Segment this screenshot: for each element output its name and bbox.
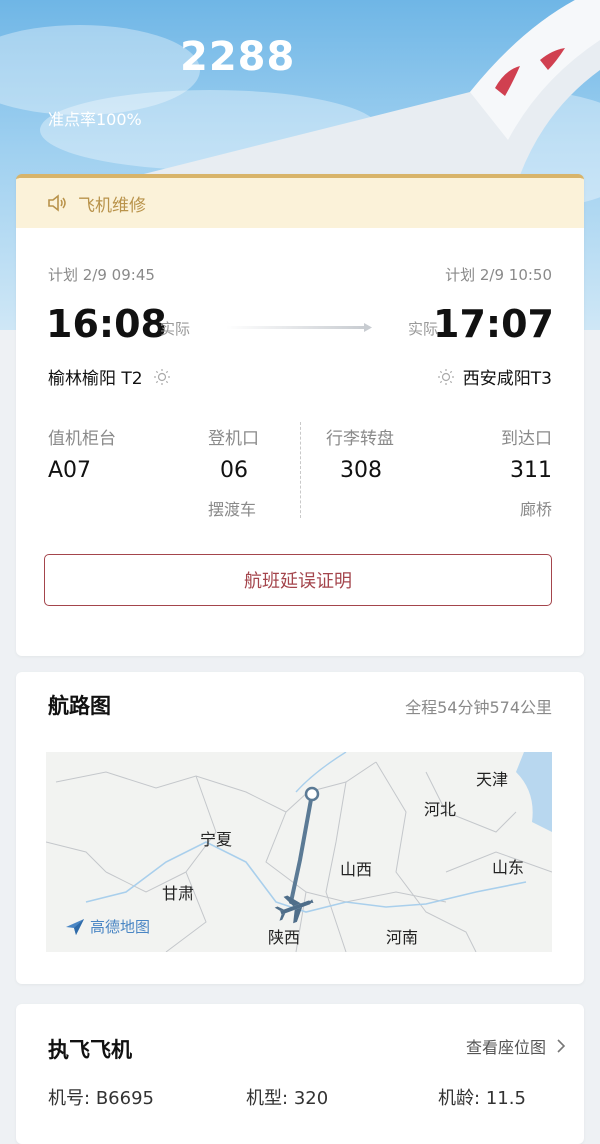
baggage-carousel-value: 308: [340, 458, 382, 483]
seat-map-link[interactable]: 查看座位图: [466, 1034, 568, 1058]
departure-actual-time: 16:08: [46, 302, 167, 346]
departure-airport-name: 榆林榆阳 T2: [48, 369, 143, 389]
route-summary: 全程54分钟574公里: [405, 698, 552, 717]
amap-logo: 高德地图: [64, 916, 150, 937]
seat-map-label: 查看座位图: [465, 1038, 546, 1057]
departure-actual-label: 实际: [160, 320, 191, 338]
checkin-counter-label: 值机柜台: [48, 429, 116, 449]
registration-label: 机号:: [48, 1088, 91, 1109]
arrival-exit-value: 311: [510, 458, 552, 483]
arrival-exit-type: 廊桥: [519, 500, 552, 519]
amap-logo-text: 高德地图: [90, 918, 151, 936]
notice-text: 飞机维修: [78, 195, 146, 216]
arrival-actual-time: 17:07: [433, 302, 554, 346]
sun-weather-icon: [153, 368, 170, 385]
aircraft-registration: 机号: B6695: [48, 1084, 154, 1110]
speaker-icon: [48, 194, 66, 212]
airplane-icon: [274, 895, 314, 924]
origin-marker: [304, 786, 320, 802]
map-label-henan: 河南: [386, 928, 419, 947]
aircraft-card: 执飞飞机 查看座位图 机号: B6695 机型: 320 机龄: 11.5: [16, 1004, 584, 1144]
type-label: 机型:: [246, 1088, 289, 1109]
flight-progress-line: [226, 323, 372, 332]
map-label-ningxia: 宁夏: [200, 830, 233, 849]
map-label-shaanxi: 陕西: [268, 928, 301, 947]
checkin-counter-value: A07: [48, 458, 92, 483]
gate-value: 06: [220, 458, 248, 483]
age-value: 11.5: [485, 1088, 526, 1109]
departure-plan-time: 计划 2/9 09:45: [48, 266, 155, 284]
flight-number: 2288: [180, 34, 296, 80]
map-label-tianjin: 天津: [476, 770, 509, 789]
delay-certificate-button[interactable]: 航班延误证明: [44, 554, 552, 606]
info-divider: [300, 422, 301, 518]
departure-airport: 榆林榆阳 T2: [48, 364, 171, 389]
aircraft-title: 执飞飞机: [48, 1038, 132, 1062]
map-label-shandong: 山东: [492, 858, 525, 877]
map-label-hebei: 河北: [424, 800, 457, 819]
type-value: 320: [293, 1088, 329, 1109]
route-map[interactable]: 天津 河北 宁夏 山西 山东 甘肃 陕西 河南 高德地图: [46, 752, 552, 952]
route-title: 航路图: [48, 694, 111, 718]
baggage-carousel-label: 行李转盘: [326, 429, 394, 449]
aircraft-age: 机龄: 11.5: [438, 1084, 526, 1110]
aircraft-type: 机型: 320: [246, 1084, 328, 1110]
on-time-rate: 准点率100%: [48, 110, 142, 129]
map-label-gansu: 甘肃: [162, 884, 195, 903]
flight-status-card: 飞机维修 计划 2/9 09:45 计划 2/9 10:50 16:08 实际 …: [16, 174, 584, 656]
arrival-plan-time: 计划 2/9 10:50: [445, 266, 552, 284]
maintenance-notice: 飞机维修: [16, 178, 584, 228]
map-label-shanxi: 山西: [340, 860, 373, 879]
amap-arrow-icon: [66, 918, 84, 935]
arrival-airport-name: 西安咸阳T3: [462, 369, 552, 389]
gate-label: 登机口: [208, 429, 259, 449]
chevron-right-icon: [557, 1039, 566, 1053]
route-map-card: 航路图 全程54分钟574公里 天津 河北 宁夏 山西 山东 甘肃 陕西 河南 …: [16, 672, 584, 984]
sun-weather-icon: [437, 368, 454, 385]
registration-value: B6695: [95, 1088, 154, 1109]
gate-transport: 摆渡车: [208, 500, 257, 519]
arrival-exit-label: 到达口: [501, 429, 552, 449]
arrival-airport: 西安咸阳T3: [437, 364, 552, 389]
age-label: 机龄:: [438, 1088, 481, 1109]
